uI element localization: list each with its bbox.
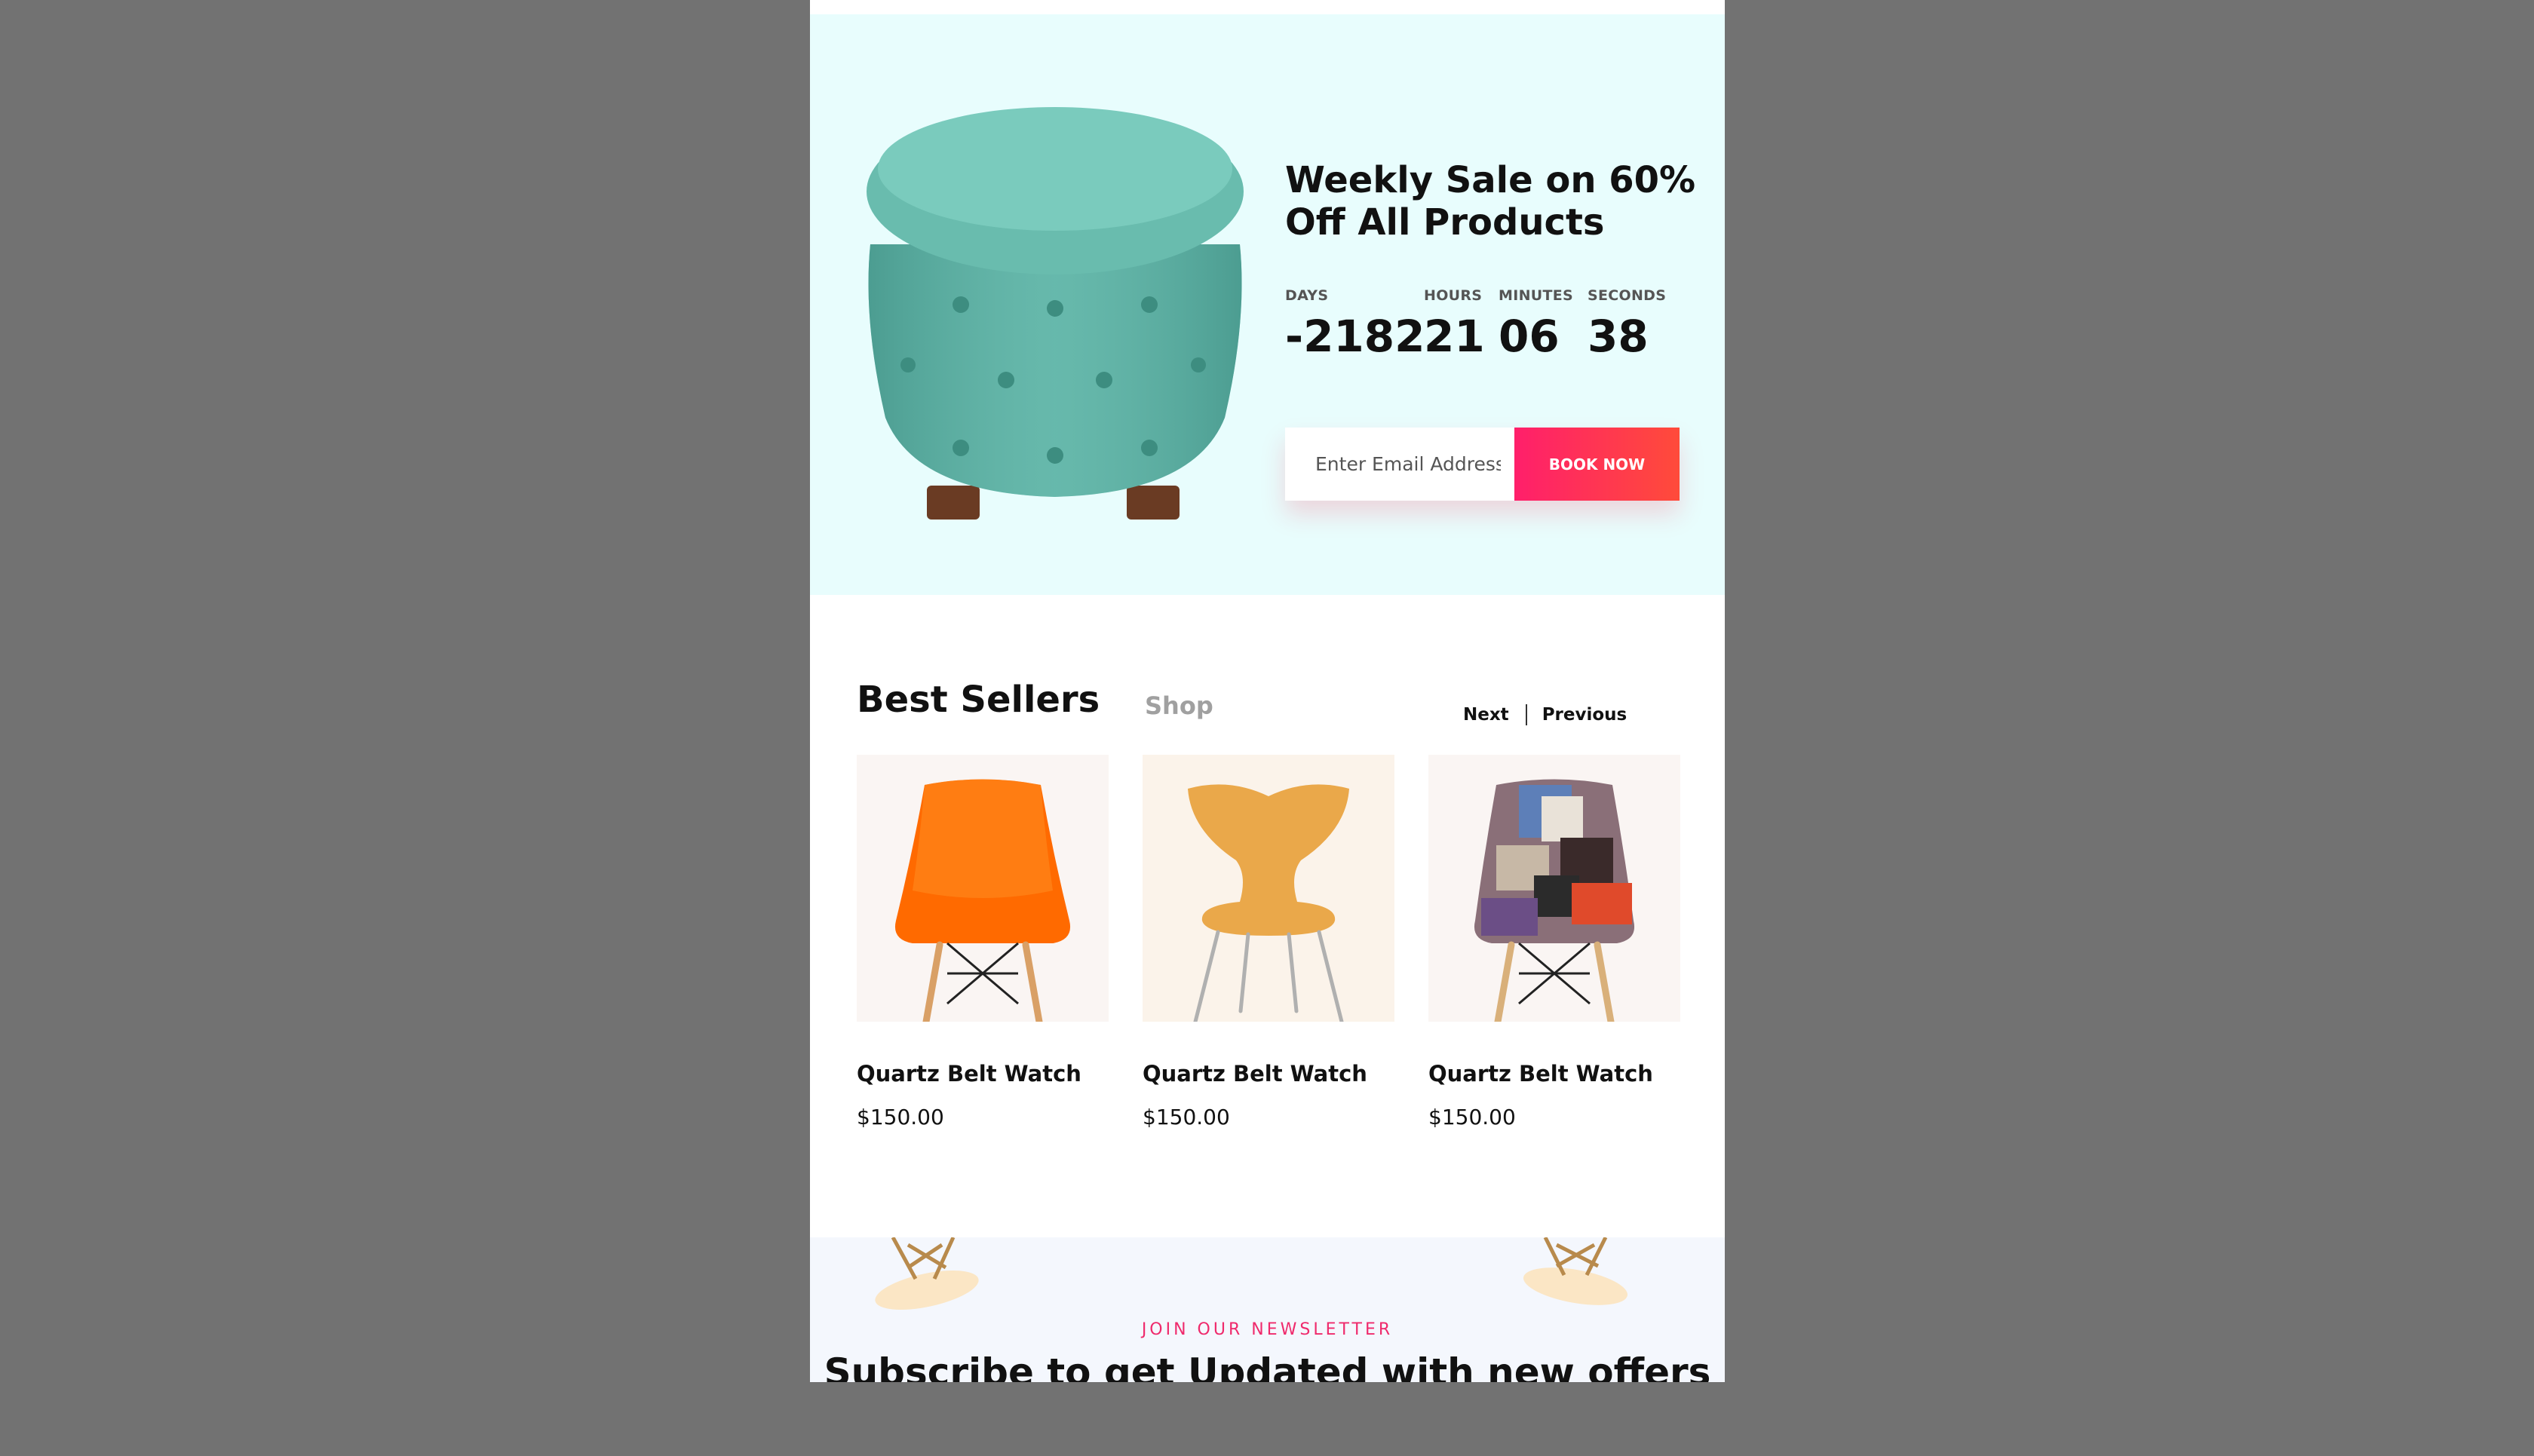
product-image[interactable] [1143,755,1394,1022]
next-button[interactable]: Next [1463,705,1509,725]
orange-chair-icon [894,779,1071,1022]
countdown-hours: HOURS 21 [1424,287,1485,363]
minutes-label: MINUTES [1499,287,1574,304]
sale-hero: Weekly Sale on 60% Off All Products DAYS… [810,14,1725,595]
product-name[interactable]: Quartz Belt Watch [857,1061,1109,1087]
product-price: $150.00 [1428,1105,1516,1130]
email-input[interactable] [1285,428,1514,501]
countdown-days: DAYS -2182 [1285,287,1425,363]
days-label: DAYS [1285,287,1329,304]
product-price: $150.00 [857,1105,944,1130]
seconds-label: SECONDS [1588,287,1667,304]
book-now-button[interactable]: BOOK NOW [1514,428,1680,501]
yellow-chair-icon [1188,784,1349,1022]
shop-link[interactable]: Shop [1145,691,1213,720]
product-price: $150.00 [1143,1105,1230,1130]
hours-label: HOURS [1424,287,1483,304]
sale-title: Weekly Sale on 60% Off All Products [1285,159,1696,244]
product-card[interactable]: Quartz Belt Watch $150.00 [1428,755,1680,1130]
seconds-value: 38 [1588,311,1649,362]
minutes-value: 06 [1499,311,1560,362]
nav-divider [1525,704,1527,725]
product-card[interactable]: Quartz Belt Watch $150.00 [1143,755,1394,1130]
previous-button[interactable]: Previous [1542,705,1627,725]
product-image[interactable] [1428,755,1680,1022]
product-card[interactable]: Quartz Belt Watch $150.00 [857,755,1109,1130]
product-name[interactable]: Quartz Belt Watch [1143,1061,1394,1087]
newsletter-title: Subscribe to get Updated with new offers [824,1350,1711,1382]
days-value: -2182 [1285,311,1425,362]
chair-decoration-icon [1523,1237,1628,1305]
chair-decoration-icon [875,1237,979,1310]
booking-form: BOOK NOW [1285,428,1680,501]
hours-value: 21 [1424,311,1485,362]
countdown-minutes: MINUTES 06 [1499,287,1573,363]
product-image[interactable] [857,755,1109,1022]
countdown-seconds: SECONDS 38 [1588,287,1666,363]
newsletter-kicker: JOIN OUR NEWSLETTER [1141,1320,1394,1339]
product-name[interactable]: Quartz Belt Watch [1428,1061,1680,1087]
ottoman-image [867,107,1244,520]
best-sellers-title: Best Sellers [857,679,1100,721]
carousel-nav: Next Previous [1463,704,1627,725]
newsletter-section: JOIN OUR NEWSLETTER Subscribe to get Upd… [810,1237,1725,1382]
page: Weekly Sale on 60% Off All Products DAYS… [810,0,1725,1382]
patchwork-chair-icon [1474,779,1635,1022]
